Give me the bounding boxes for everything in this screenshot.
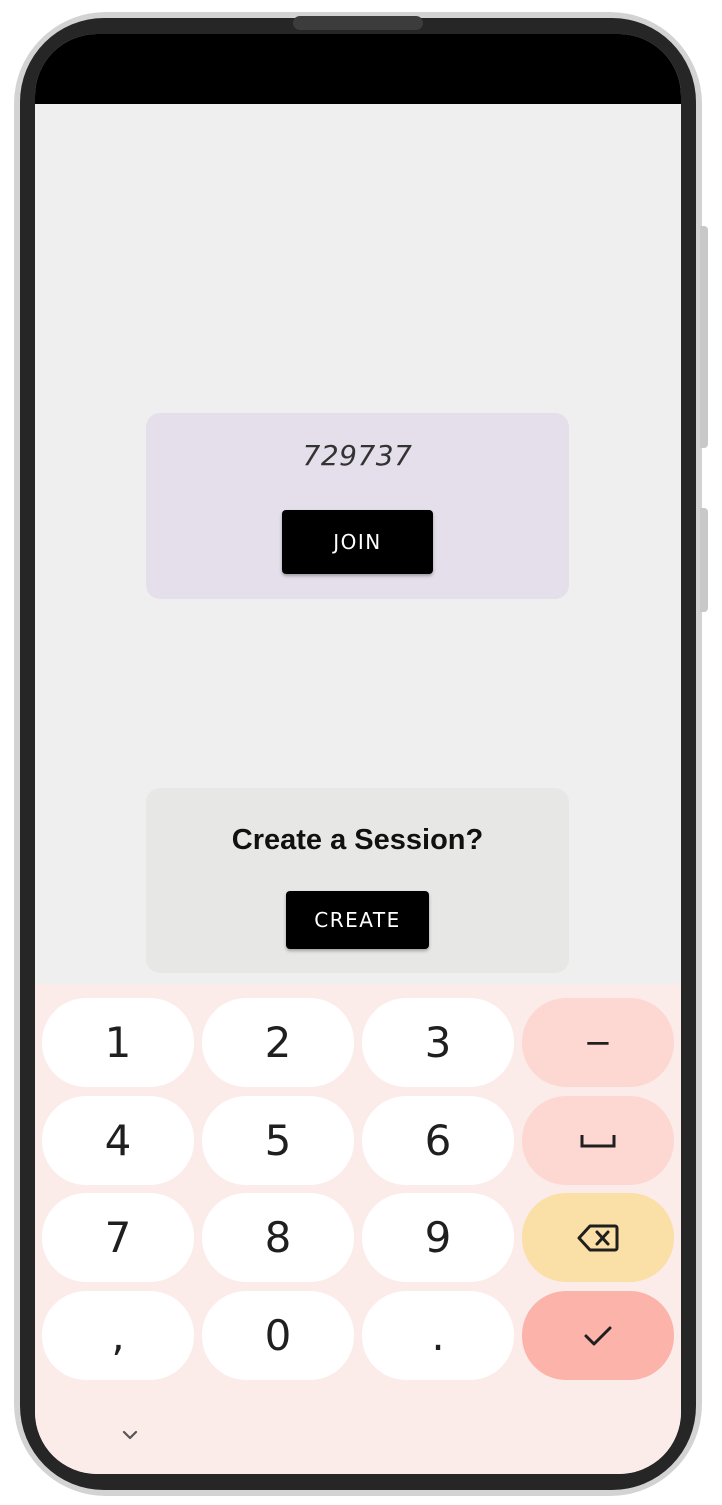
volume-button xyxy=(700,226,708,448)
key-8[interactable]: 8 xyxy=(202,1193,354,1282)
checkmark-icon xyxy=(584,1326,612,1345)
key-2[interactable]: 2 xyxy=(202,998,354,1087)
numeric-keyboard: 1 2 3 − 4 5 6 7 8 9 , 0 . xyxy=(35,984,681,1474)
key-5[interactable]: 5 xyxy=(202,1096,354,1185)
key-3[interactable]: 3 xyxy=(362,998,514,1087)
backspace-icon xyxy=(577,1224,619,1251)
key-0[interactable]: 0 xyxy=(202,1291,354,1380)
minus-label: − xyxy=(583,1022,613,1063)
create-button[interactable]: CREATE xyxy=(286,891,429,949)
key-6[interactable]: 6 xyxy=(362,1096,514,1185)
create-session-card: Create a Session? CREATE xyxy=(146,788,569,973)
create-session-title: Create a Session? xyxy=(231,824,484,856)
join-session-card: 729737 JOIN xyxy=(146,413,569,599)
power-button xyxy=(700,508,708,612)
status-bar xyxy=(35,34,681,104)
key-9[interactable]: 9 xyxy=(362,1193,514,1282)
key-minus[interactable]: − xyxy=(522,998,674,1087)
chevron-down-icon[interactable] xyxy=(115,1424,145,1446)
phone-screen: 729737 JOIN Create a Session? CREATE 1 2… xyxy=(35,34,681,1474)
key-space[interactable] xyxy=(522,1096,674,1185)
key-backspace[interactable] xyxy=(522,1193,674,1282)
join-button[interactable]: JOIN xyxy=(282,510,433,574)
key-4[interactable]: 4 xyxy=(42,1096,194,1185)
key-7[interactable]: 7 xyxy=(42,1193,194,1282)
earpiece-speaker xyxy=(293,16,423,30)
key-1[interactable]: 1 xyxy=(42,998,194,1087)
key-period[interactable]: . xyxy=(362,1291,514,1380)
session-code-input[interactable]: 729737 xyxy=(146,439,569,472)
key-enter[interactable] xyxy=(522,1291,674,1380)
key-comma[interactable]: , xyxy=(42,1291,194,1380)
space-icon xyxy=(580,1134,616,1147)
